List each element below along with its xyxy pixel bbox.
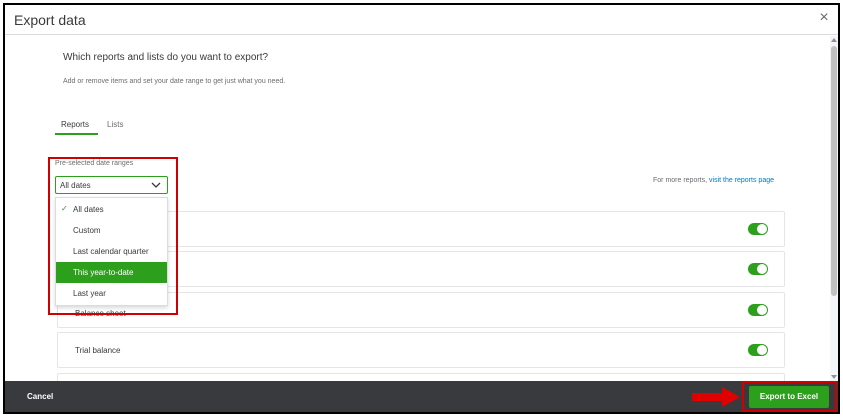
arrow-right-icon xyxy=(692,387,740,407)
date-range-label: Pre-selected date ranges xyxy=(55,160,134,167)
date-option-custom[interactable]: Custom xyxy=(56,220,167,241)
dialog-header: Export data × xyxy=(5,5,838,35)
date-option-all-dates[interactable]: ✓ All dates xyxy=(56,199,167,220)
more-reports-text: For more reports, visit the reports page xyxy=(653,177,774,184)
export-data-dialog: Export data × Which reports and lists do… xyxy=(3,3,840,414)
dialog-footer: Cancel Export to Excel xyxy=(5,381,838,412)
dialog-body: Which reports and lists do you want to e… xyxy=(5,36,838,381)
check-icon: ✓ xyxy=(61,204,68,213)
date-option-this-year-to-date[interactable]: This year-to-date xyxy=(56,262,167,283)
export-to-excel-button[interactable]: Export to Excel xyxy=(749,386,829,408)
active-tab-indicator xyxy=(55,133,98,135)
reports-page-link[interactable]: visit the reports page xyxy=(709,177,774,184)
report-row-label: Trial balance xyxy=(75,346,121,355)
tab-reports[interactable]: Reports xyxy=(61,120,89,129)
report-toggle[interactable] xyxy=(748,223,768,235)
date-option-last-calendar-quarter[interactable]: Last calendar quarter xyxy=(56,241,167,262)
report-toggle[interactable] xyxy=(748,344,768,356)
option-label: All dates xyxy=(73,205,104,214)
date-range-selected-value: All dates xyxy=(60,181,91,190)
report-row xyxy=(57,373,785,381)
date-range-select[interactable]: All dates xyxy=(55,176,168,194)
cancel-button[interactable]: Cancel xyxy=(27,392,53,401)
report-toggle[interactable] xyxy=(748,304,768,316)
report-row-trial-balance: Trial balance xyxy=(57,332,785,368)
scroll-thumb[interactable] xyxy=(831,46,837,296)
option-label: This year-to-date xyxy=(73,268,134,277)
option-label: Last calendar quarter xyxy=(73,247,149,256)
date-option-last-year[interactable]: Last year xyxy=(56,283,167,304)
tab-lists[interactable]: Lists xyxy=(107,120,123,129)
dialog-subheading: Add or remove items and set your date ra… xyxy=(63,78,286,85)
close-icon[interactable]: × xyxy=(817,10,831,26)
scroll-down-icon[interactable] xyxy=(831,375,837,379)
option-label: Custom xyxy=(73,226,101,235)
more-reports-prefix: For more reports, xyxy=(653,177,710,184)
dialog-heading: Which reports and lists do you want to e… xyxy=(63,52,269,63)
report-toggle[interactable] xyxy=(748,263,768,275)
option-label: Last year xyxy=(73,289,106,298)
chevron-down-icon xyxy=(151,182,161,188)
scroll-up-icon[interactable] xyxy=(831,38,837,42)
dialog-title: Export data xyxy=(14,12,86,28)
vertical-scrollbar[interactable] xyxy=(830,36,838,381)
date-range-dropdown: ✓ All dates Custom Last calendar quarter… xyxy=(55,197,168,306)
report-row-label: Balance sheet xyxy=(75,309,126,318)
